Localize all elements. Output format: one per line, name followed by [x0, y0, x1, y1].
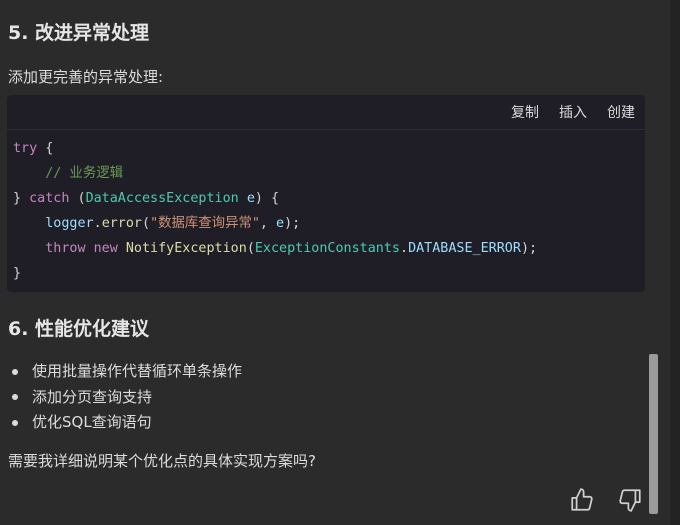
- section-heading-exception: 5. 改进异常处理: [8, 22, 150, 44]
- bullet-icon: [12, 368, 18, 375]
- code-token: }: [13, 266, 22, 281]
- closing-question: 需要我详细说明某个优化点的具体实现方案吗?: [8, 452, 316, 470]
- list-item: 使用批量操作代替循环单条操作: [8, 359, 242, 385]
- insert-button[interactable]: 插入: [559, 102, 587, 122]
- code-token: new: [93, 241, 118, 256]
- code-token: DATABASE_ERROR: [408, 241, 521, 256]
- thumbs-down-icon: [619, 489, 641, 512]
- code-token: ExceptionConstants: [254, 241, 400, 256]
- code-token: {: [37, 141, 54, 156]
- bullet-icon: [12, 394, 18, 401]
- code-toolbar: 复制 插入 创建: [7, 95, 645, 130]
- list-item: 优化SQL查询语句: [8, 410, 242, 436]
- section-heading-performance: 6. 性能优化建议: [8, 318, 150, 340]
- code-token: e: [246, 191, 255, 206]
- section-intro-exception: 添加更完善的异常处理:: [8, 68, 164, 86]
- code-token: catch: [29, 191, 70, 206]
- code-token: DataAccessException: [85, 191, 239, 206]
- code-token: error: [101, 216, 142, 231]
- create-button[interactable]: 创建: [607, 102, 635, 122]
- code-token: throw: [45, 241, 86, 256]
- scrollbar-thumb[interactable]: [649, 354, 658, 514]
- code-token: NotifyException: [125, 241, 247, 256]
- chat-response-view: 5. 改进异常处理 添加更完善的异常处理: 复制 插入 创建 try { // …: [0, 0, 680, 525]
- code-comment: // 业务逻辑: [45, 166, 123, 181]
- code-token: }: [13, 191, 22, 206]
- thumbs-up-icon: [571, 488, 593, 511]
- list-item-text: 使用批量操作代替循环单条操作: [32, 362, 243, 380]
- code-string: "数据库查询异常": [150, 216, 260, 231]
- list-item: 添加分页查询支持: [8, 385, 242, 411]
- suggestion-list: 使用批量操作代替循环单条操作 添加分页查询支持 优化SQL查询语句: [8, 359, 242, 436]
- like-button[interactable]: [568, 487, 596, 515]
- list-item-text: 添加分页查询支持: [32, 387, 153, 406]
- code-block: 复制 插入 创建 try { // 业务逻辑 } catch (DataAcce…: [7, 95, 645, 292]
- bullet-icon: [12, 419, 18, 426]
- code-token: e: [276, 216, 285, 231]
- list-item-text: 优化SQL查询语句: [32, 413, 152, 431]
- window-edge: [670, 0, 680, 525]
- dislike-button[interactable]: [616, 487, 644, 515]
- copy-button[interactable]: 复制: [511, 102, 539, 122]
- code-content: try { // 业务逻辑 } catch (DataAccessExcepti…: [13, 141, 538, 281]
- code-token: try: [13, 141, 38, 156]
- code-token: logger: [45, 216, 94, 231]
